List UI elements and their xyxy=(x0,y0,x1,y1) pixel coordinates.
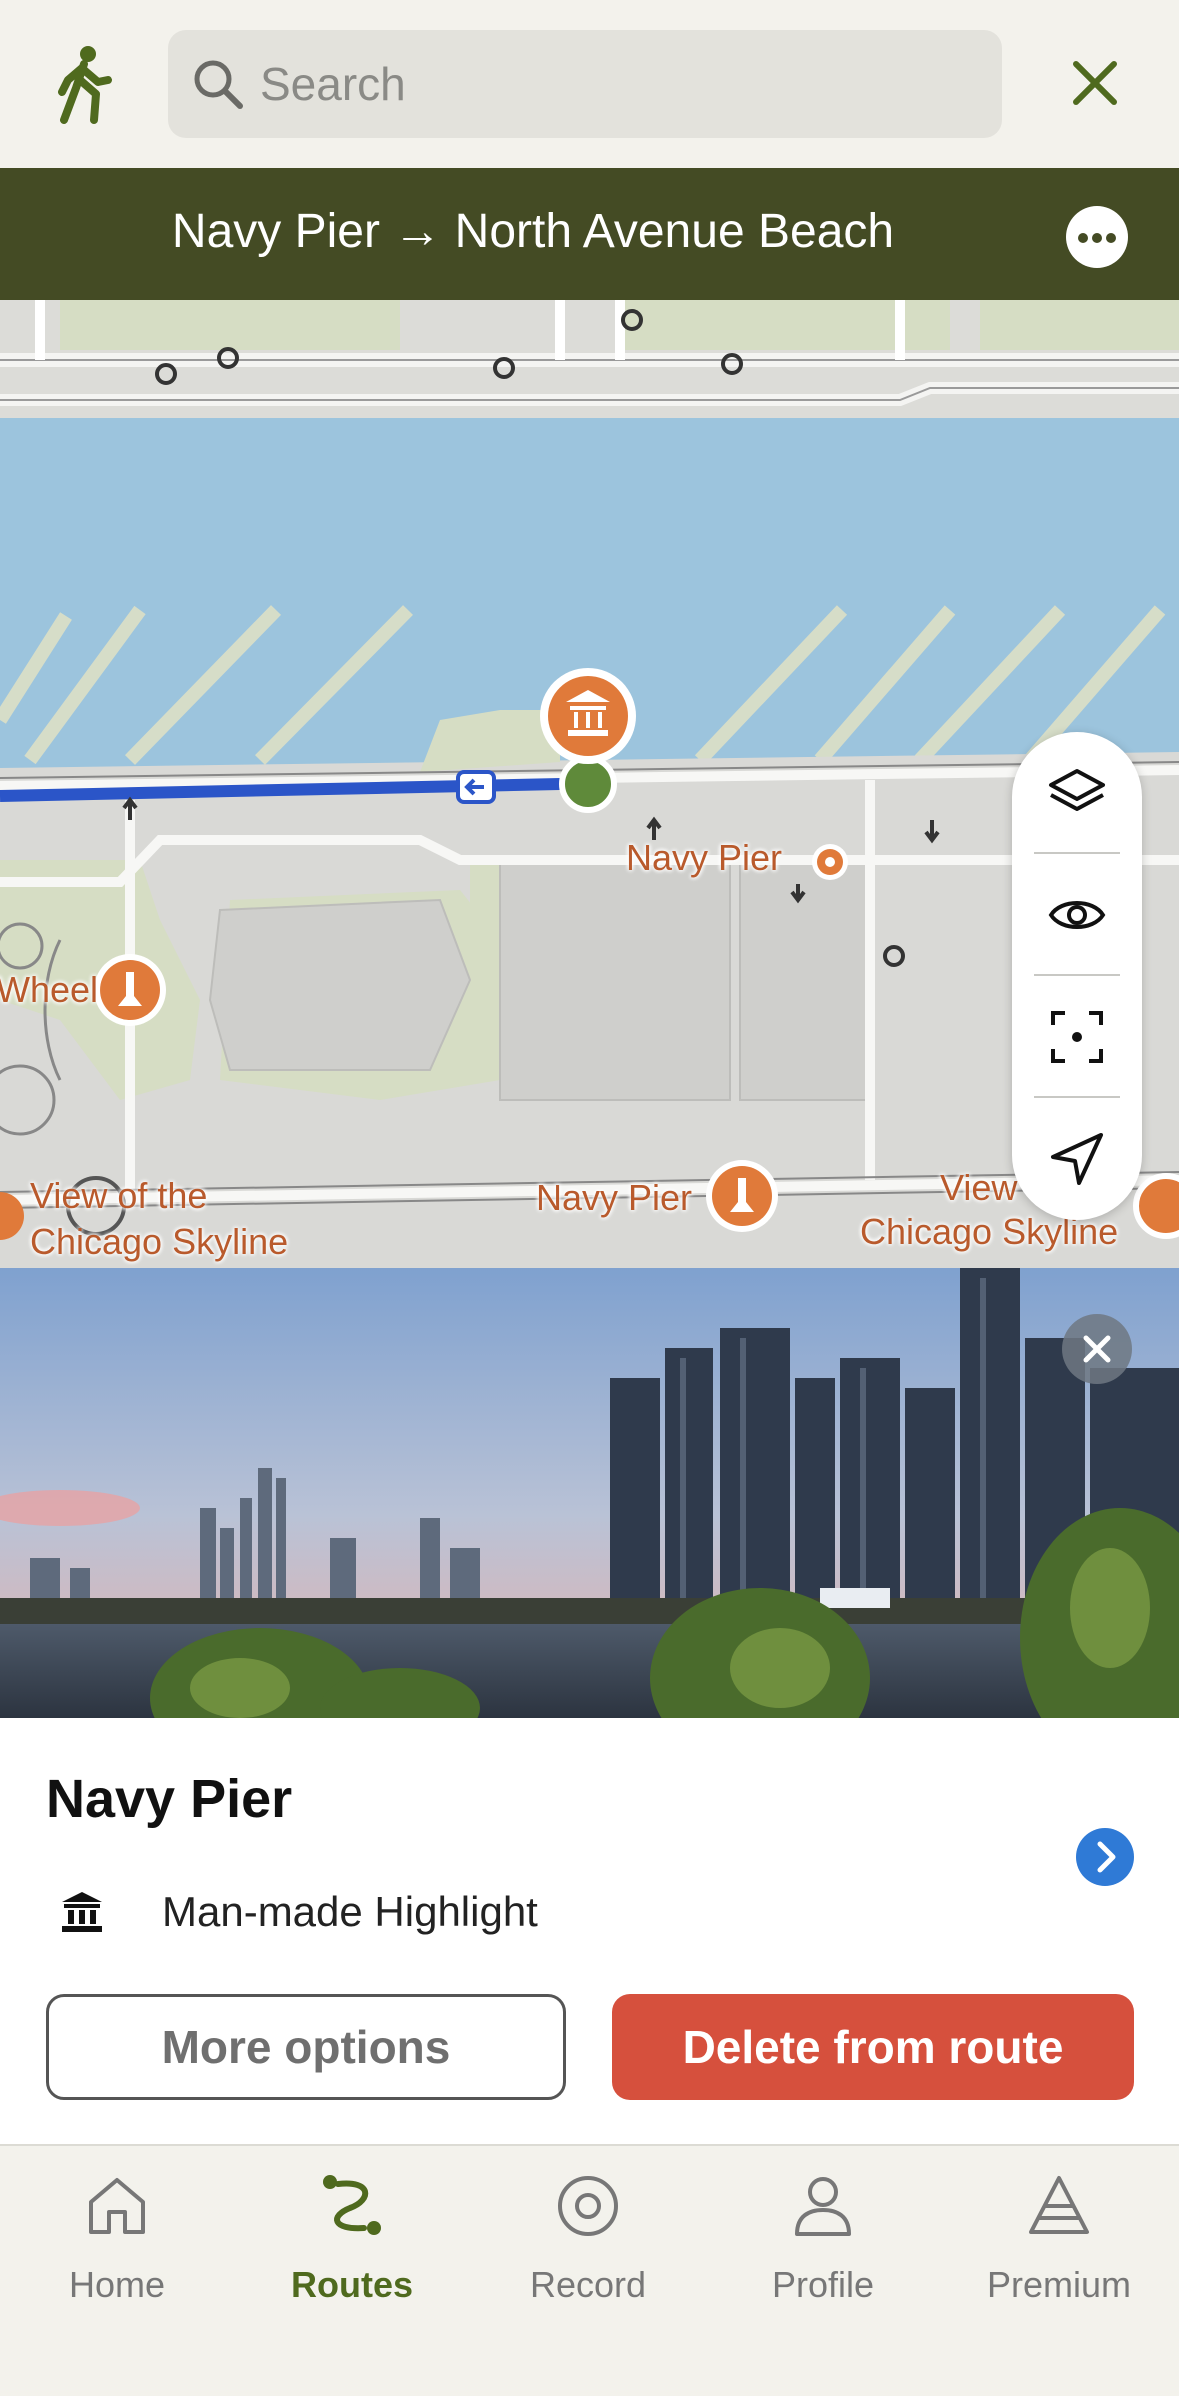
map-label-view-skyline-1[interactable]: View of the xyxy=(30,1176,207,1216)
close-icon[interactable] xyxy=(1060,48,1130,118)
home-icon xyxy=(89,2178,145,2234)
search-input[interactable] xyxy=(260,48,960,120)
walking-person-icon[interactable] xyxy=(50,44,120,124)
delete-from-route-button[interactable]: Delete from route xyxy=(612,1994,1134,2100)
bottom-navigation: Home Routes Record Profile Premium xyxy=(0,2144,1179,2396)
map-controls xyxy=(1012,732,1142,1220)
nav-label-record: Record xyxy=(529,2264,647,2305)
premium-icon xyxy=(1029,2176,1089,2234)
navigation-arrow-icon[interactable] xyxy=(1012,1098,1142,1220)
map-label-view-skyline-2[interactable]: Chicago Skyline xyxy=(30,1222,288,1262)
nav-label-premium: Premium xyxy=(986,2264,1132,2305)
focus-icon[interactable] xyxy=(1012,976,1142,1098)
monument-icon xyxy=(62,1892,102,1932)
place-category: Man-made Highlight xyxy=(162,1888,538,1935)
search-bar[interactable] xyxy=(168,30,1002,138)
place-photo[interactable] xyxy=(0,1268,1179,1718)
layers-icon[interactable] xyxy=(1012,732,1142,854)
more-options-button[interactable]: More options xyxy=(46,1994,566,2100)
map-canvas xyxy=(0,300,1179,1268)
nav-item-profile[interactable]: Profile xyxy=(723,2164,923,2314)
chevron-right-icon[interactable] xyxy=(1076,1828,1134,1886)
record-icon xyxy=(558,2176,618,2236)
top-bar xyxy=(0,0,1179,168)
nav-item-premium[interactable]: Premium xyxy=(959,2164,1159,2314)
map-label-navy-pier-bottom[interactable]: Navy Pier xyxy=(536,1178,692,1218)
more-horizontal-icon[interactable] xyxy=(1066,206,1128,268)
nav-item-record[interactable]: Record xyxy=(488,2164,688,2314)
place-info-sheet: Navy Pier Man-made Highlight More option… xyxy=(0,1718,1179,2144)
profile-icon xyxy=(795,2177,851,2236)
map-label-wheel[interactable]: Wheel xyxy=(0,970,98,1010)
close-icon[interactable] xyxy=(1062,1314,1132,1384)
nav-label-profile: Profile xyxy=(771,2264,875,2305)
search-icon xyxy=(194,60,243,109)
route-title: Navy Pier → North Avenue Beach xyxy=(171,205,895,258)
nav-label-home: Home xyxy=(68,2264,166,2305)
map-view[interactable]: Navy Pier Wheel View of the Chicago Skyl… xyxy=(0,300,1179,1268)
place-name: Navy Pier xyxy=(46,1769,293,1829)
eye-icon[interactable] xyxy=(1012,854,1142,976)
route-header: Navy Pier → North Avenue Beach xyxy=(0,168,1179,300)
skyline-photo-image xyxy=(0,1268,1179,1718)
map-label-view-right-1[interactable]: View xyxy=(940,1168,1017,1208)
routes-icon xyxy=(323,2175,381,2235)
nav-item-routes[interactable]: Routes xyxy=(252,2164,452,2314)
nav-label-routes: Routes xyxy=(290,2264,413,2305)
map-label-navy-pier[interactable]: Navy Pier xyxy=(626,838,782,878)
nav-item-home[interactable]: Home xyxy=(17,2164,217,2314)
